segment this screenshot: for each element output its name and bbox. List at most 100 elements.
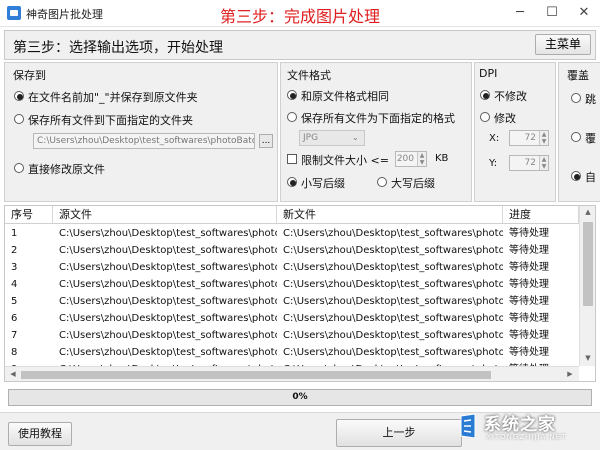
save-folder-radio[interactable]	[14, 114, 24, 124]
scroll-left-icon[interactable]: ◀	[8, 370, 18, 378]
dpi-x-value: 72	[524, 133, 536, 143]
scroll-right-icon[interactable]: ▶	[565, 370, 575, 378]
minimize-icon: ─	[516, 5, 524, 20]
column-header-progress[interactable]: 进度	[503, 206, 579, 224]
same-format-label[interactable]: 和原文件格式相同	[301, 88, 389, 104]
column-header-target[interactable]: 新文件	[277, 206, 503, 224]
table-row[interactable]: 2 C:\Users\zhou\Desktop\test_softwares\ph…	[5, 243, 579, 259]
vertical-scrollbar[interactable]: ▲ ▼	[579, 206, 595, 366]
scroll-down-icon[interactable]: ▼	[583, 354, 593, 362]
dpi-x-input[interactable]: 72 ▲ ▼	[509, 130, 549, 146]
dpi-panel: DPI 不修改 修改 X: 72 ▲ ▼ Y: 72 ▲ ▼	[474, 62, 556, 202]
maximize-icon: ☐	[546, 5, 558, 20]
dpi-y-label: Y:	[489, 158, 498, 169]
spinner-arrows-icon[interactable]: ▲ ▼	[539, 131, 548, 145]
limit-size-input[interactable]: 200 ▲ ▼	[395, 151, 427, 167]
cell-source-path: C:\Users\zhou\Desktop\test_softwares\pho…	[59, 330, 277, 341]
cell-index: 4	[11, 279, 18, 290]
dpi-no-change-label[interactable]: 不修改	[494, 88, 527, 104]
save-to-panel: 保存到 在文件名前加"_"并保存到原文件夹 保存所有文件到下面指定的文件夹 C:…	[4, 62, 278, 202]
horizontal-scroll-thumb[interactable]	[21, 371, 491, 379]
same-format-radio[interactable]	[287, 90, 297, 100]
table-row[interactable]: 6 C:\Users\zhou\Desktop\test_softwares\ph…	[5, 311, 579, 327]
cell-index: 2	[11, 245, 18, 256]
lowercase-ext-radio[interactable]	[287, 177, 297, 187]
specified-format-label[interactable]: 保存所有文件为下面指定的格式	[301, 110, 455, 126]
lowercase-ext-label[interactable]: 小写后缀	[301, 175, 345, 191]
dpi-change-radio[interactable]	[480, 112, 490, 122]
scroll-up-icon[interactable]: ▲	[583, 208, 593, 216]
table-row[interactable]: 8 C:\Users\zhou\Desktop\test_softwares\ph…	[5, 345, 579, 361]
previous-step-button[interactable]: 上一步	[336, 419, 462, 447]
cell-index: 3	[11, 262, 18, 273]
file-format-title: 文件格式	[287, 69, 331, 82]
table-row[interactable]: 7 C:\Users\zhou\Desktop\test_softwares\ph…	[5, 328, 579, 344]
overwrite-replace-label[interactable]: 覆	[585, 130, 596, 146]
chevron-down-icon: ⌄	[352, 133, 359, 142]
table-row[interactable]: 3 C:\Users\zhou\Desktop\test_softwares\ph…	[5, 260, 579, 276]
limit-size-label[interactable]: 限制文件大小 <=	[301, 152, 389, 168]
overwrite-auto-radio[interactable]	[571, 171, 581, 181]
cell-target-path: C:\Users\zhou\Desktop\test_softwares\pho…	[283, 296, 503, 307]
cell-source-path: C:\Users\zhou\Desktop\test_softwares\pho…	[59, 313, 277, 324]
specified-format-radio[interactable]	[287, 112, 297, 122]
step-instruction: 第三步：选择输出选项，开始处理	[13, 40, 223, 56]
dpi-no-change-radio[interactable]	[480, 90, 490, 100]
limit-size-checkbox[interactable]	[287, 154, 297, 164]
overwrite-original-label[interactable]: 直接修改原文件	[28, 161, 105, 177]
overwrite-auto-label[interactable]: 自	[585, 169, 596, 185]
cell-source-path: C:\Users\zhou\Desktop\test_softwares\pho…	[59, 245, 277, 256]
column-header-index[interactable]: 序号	[5, 206, 53, 224]
cell-target-path: C:\Users\zhou\Desktop\test_softwares\pho…	[283, 347, 503, 358]
save-prefix-radio[interactable]	[14, 91, 24, 101]
cell-source-path: C:\Users\zhou\Desktop\test_softwares\pho…	[59, 228, 277, 239]
maximize-button[interactable]: ☐	[536, 0, 568, 26]
dpi-y-input[interactable]: 72 ▲ ▼	[509, 155, 549, 171]
format-select[interactable]: JPG ⌄	[299, 130, 365, 146]
main-menu-button[interactable]: 主菜单	[535, 34, 591, 55]
overwrite-panel: 覆盖 跳 覆 自	[558, 62, 600, 202]
save-prefix-label[interactable]: 在文件名前加"_"并保存到原文件夹	[28, 89, 198, 105]
uppercase-ext-label[interactable]: 大写后缀	[391, 175, 435, 191]
cell-source-path: C:\Users\zhou\Desktop\test_softwares\pho…	[59, 296, 277, 307]
vertical-scroll-thumb[interactable]	[583, 222, 593, 306]
dpi-x-label: X:	[489, 133, 500, 144]
cell-status: 等待处理	[509, 245, 549, 256]
horizontal-scrollbar[interactable]: ◀ ▶	[5, 366, 579, 381]
cell-status: 等待处理	[509, 228, 549, 239]
output-folder-input[interactable]: C:\Users\zhou\Desktop\test_softwares\pho…	[33, 133, 255, 149]
cell-index: 1	[11, 228, 18, 239]
cell-index: 8	[11, 347, 18, 358]
overwrite-replace-radio[interactable]	[571, 132, 581, 142]
watermark-logo-icon	[460, 413, 476, 439]
overwrite-skip-radio[interactable]	[571, 93, 581, 103]
overwrite-original-radio[interactable]	[14, 163, 24, 173]
minimize-button[interactable]: ─	[504, 0, 536, 26]
dpi-y-value: 72	[524, 158, 536, 168]
table-row[interactable]: 5 C:\Users\zhou\Desktop\test_softwares\ph…	[5, 294, 579, 310]
title-bar[interactable]: 神奇图片批处理 第三步：完成图片处理 ─ ☐ ✕	[0, 0, 600, 27]
close-icon: ✕	[578, 5, 590, 20]
spinner-arrows-icon[interactable]: ▲ ▼	[539, 156, 548, 170]
column-header-source[interactable]: 源文件	[53, 206, 277, 224]
tutorial-button[interactable]: 使用教程	[8, 422, 72, 446]
file-list-table[interactable]: 序号 源文件 新文件 进度 1 C:\Users\zhou\Desktop\tes…	[4, 205, 596, 382]
cell-index: 7	[11, 330, 18, 341]
cell-source-path: C:\Users\zhou\Desktop\test_softwares\pho…	[59, 262, 277, 273]
browse-folder-button[interactable]: ...	[259, 134, 273, 148]
cell-status: 等待处理	[509, 296, 549, 307]
cell-source-path: C:\Users\zhou\Desktop\test_softwares\pho…	[59, 347, 277, 358]
limit-size-unit: KB	[435, 153, 449, 164]
table-row[interactable]: 1 C:\Users\zhou\Desktop\test_softwares\ph…	[5, 226, 579, 242]
spinner-arrows-icon[interactable]: ▲ ▼	[417, 152, 426, 166]
overwrite-skip-label[interactable]: 跳	[585, 91, 596, 107]
progress-text: 0%	[292, 392, 308, 402]
save-folder-label[interactable]: 保存所有文件到下面指定的文件夹	[28, 112, 193, 128]
progress-bar: 0%	[8, 389, 592, 406]
cell-index: 6	[11, 313, 18, 324]
dpi-change-label[interactable]: 修改	[494, 110, 516, 126]
table-row[interactable]: 4 C:\Users\zhou\Desktop\test_softwares\ph…	[5, 277, 579, 293]
uppercase-ext-radio[interactable]	[377, 177, 387, 187]
cell-target-path: C:\Users\zhou\Desktop\test_softwares\pho…	[283, 330, 503, 341]
close-button[interactable]: ✕	[568, 0, 600, 26]
